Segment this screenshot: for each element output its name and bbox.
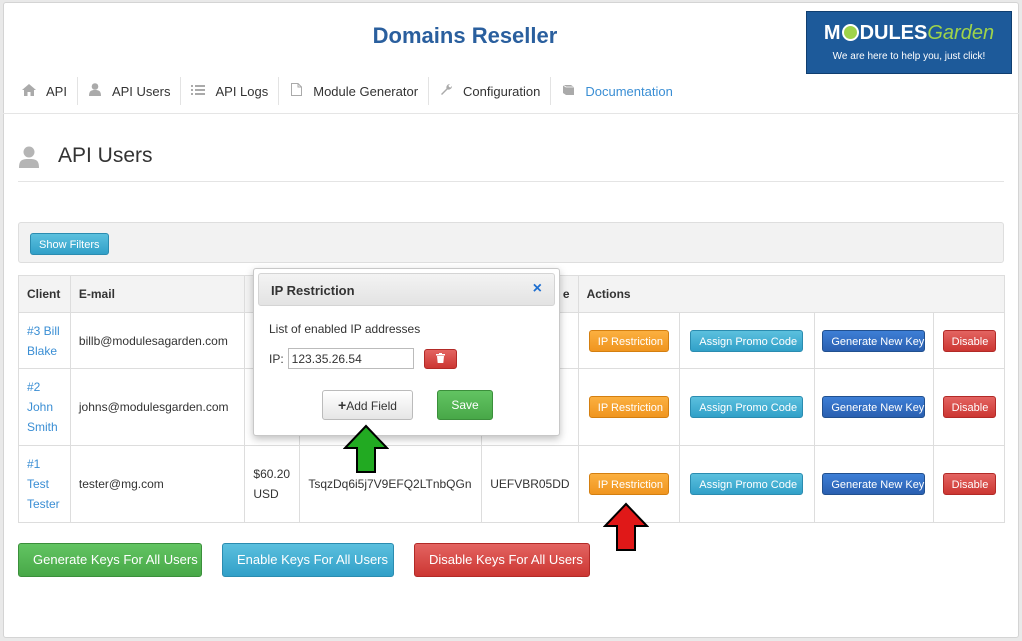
save-button[interactable]: Save — [437, 390, 493, 420]
ip-restriction-button[interactable]: IP Restriction — [588, 473, 669, 495]
assign-promo-code-button[interactable]: Assign Promo Code — [690, 473, 804, 495]
filters-bar: Show Filters — [18, 222, 1004, 263]
generate-new-key-button[interactable]: Generate New Key — [822, 396, 926, 418]
trash-icon — [435, 352, 445, 363]
page-title: API Users — [58, 144, 153, 167]
credit-cell: $60.20 USD — [244, 445, 301, 523]
green-arrow-annotation — [343, 424, 389, 473]
file-icon — [289, 83, 303, 99]
disable-button[interactable]: Disable — [942, 473, 996, 495]
table-row: #1 Test Tester tester@mg.com $60.20 USD Tsq… — [18, 445, 1005, 523]
disable-keys-all-button[interactable]: Disable Keys For All Users — [414, 543, 590, 577]
bulk-actions: Generate Keys For All Users Enable Keys … — [18, 543, 610, 577]
code-cell: UEFVBR05DD — [481, 445, 579, 523]
generate-new-key-button[interactable]: Generate New Key — [822, 329, 926, 352]
user-icon — [19, 146, 39, 168]
list-icon — [191, 84, 206, 99]
disable-button[interactable]: Disable — [942, 396, 996, 418]
nav-item-module-generator[interactable]: Module Generator — [279, 77, 430, 105]
client-cell: #1 Test Tester — [18, 445, 71, 523]
remove-ip-button[interactable] — [423, 348, 457, 369]
top-nav: API API Users API Logs Module Generator … — [12, 73, 683, 109]
user-icon — [88, 83, 102, 99]
ip-label: IP: — [269, 351, 284, 366]
home-icon — [22, 83, 36, 99]
nav-divider — [3, 113, 1019, 114]
ip-address-input[interactable] — [287, 348, 414, 369]
nav-item-configuration[interactable]: Configuration — [429, 77, 552, 105]
ip-restriction-button[interactable]: IP Restriction — [588, 396, 669, 418]
modal-title: IP Restriction — [271, 283, 355, 298]
client-link[interactable]: #2 John Smith — [27, 380, 58, 434]
page-header: API Users — [18, 144, 1004, 182]
nav-item-documentation[interactable]: Documentation — [551, 77, 682, 105]
client-cell: #3 Bill Blake — [18, 312, 71, 369]
globe-icon — [841, 24, 859, 41]
nav-item-api[interactable]: API — [12, 77, 78, 105]
disable-button[interactable]: Disable — [942, 329, 996, 352]
assign-promo-code-button[interactable]: Assign Promo Code — [690, 396, 804, 418]
show-filters-button[interactable]: Show Filters — [30, 233, 109, 255]
book-icon — [561, 84, 575, 99]
email-cell: billb@modulesagarden.com — [69, 312, 246, 369]
enable-keys-all-button[interactable]: Enable Keys For All Users — [222, 543, 394, 577]
ip-row: IP: — [269, 348, 457, 369]
red-arrow-annotation — [603, 502, 649, 551]
email-cell: tester@mg.com — [69, 445, 246, 523]
key-cell: TsqzDq6i5j7V9EFQ2LTnbQGn — [299, 445, 483, 523]
modulesgarden-logo[interactable]: M DULESGarden We are here to help you, ju… — [806, 11, 1012, 74]
close-icon[interactable]: × — [533, 280, 542, 298]
client-link[interactable]: #1 Test Tester — [27, 457, 60, 511]
col-email[interactable]: E-mail — [69, 275, 246, 313]
ip-list-label: List of enabled IP addresses — [269, 322, 421, 336]
generate-keys-all-button[interactable]: Generate Keys For All Users — [18, 543, 202, 577]
client-cell: #2 John Smith — [18, 368, 71, 446]
col-actions: Actions — [577, 275, 1006, 313]
ip-restriction-button[interactable]: IP Restriction — [588, 329, 669, 352]
nav-item-api-users[interactable]: API Users — [78, 77, 182, 105]
modal-header: IP Restriction × — [258, 273, 555, 306]
nav-item-api-logs[interactable]: API Logs — [181, 77, 280, 105]
wrench-icon — [439, 83, 453, 99]
add-field-button[interactable]: +Add Field — [322, 390, 413, 420]
assign-promo-code-button[interactable]: Assign Promo Code — [690, 329, 804, 352]
email-cell: johns@modulesgarden.com — [69, 368, 246, 446]
generate-new-key-button[interactable]: Generate New Key — [822, 473, 926, 495]
app-title: Domains Reseller — [372, 23, 558, 48]
client-link[interactable]: #3 Bill Blake — [27, 324, 60, 358]
plus-icon: + — [338, 397, 347, 413]
col-client[interactable]: Client — [18, 275, 71, 313]
ip-restriction-modal: IP Restriction × List of enabled IP addr… — [253, 268, 560, 436]
logo-tagline: We are here to help you, just click! — [832, 51, 986, 62]
